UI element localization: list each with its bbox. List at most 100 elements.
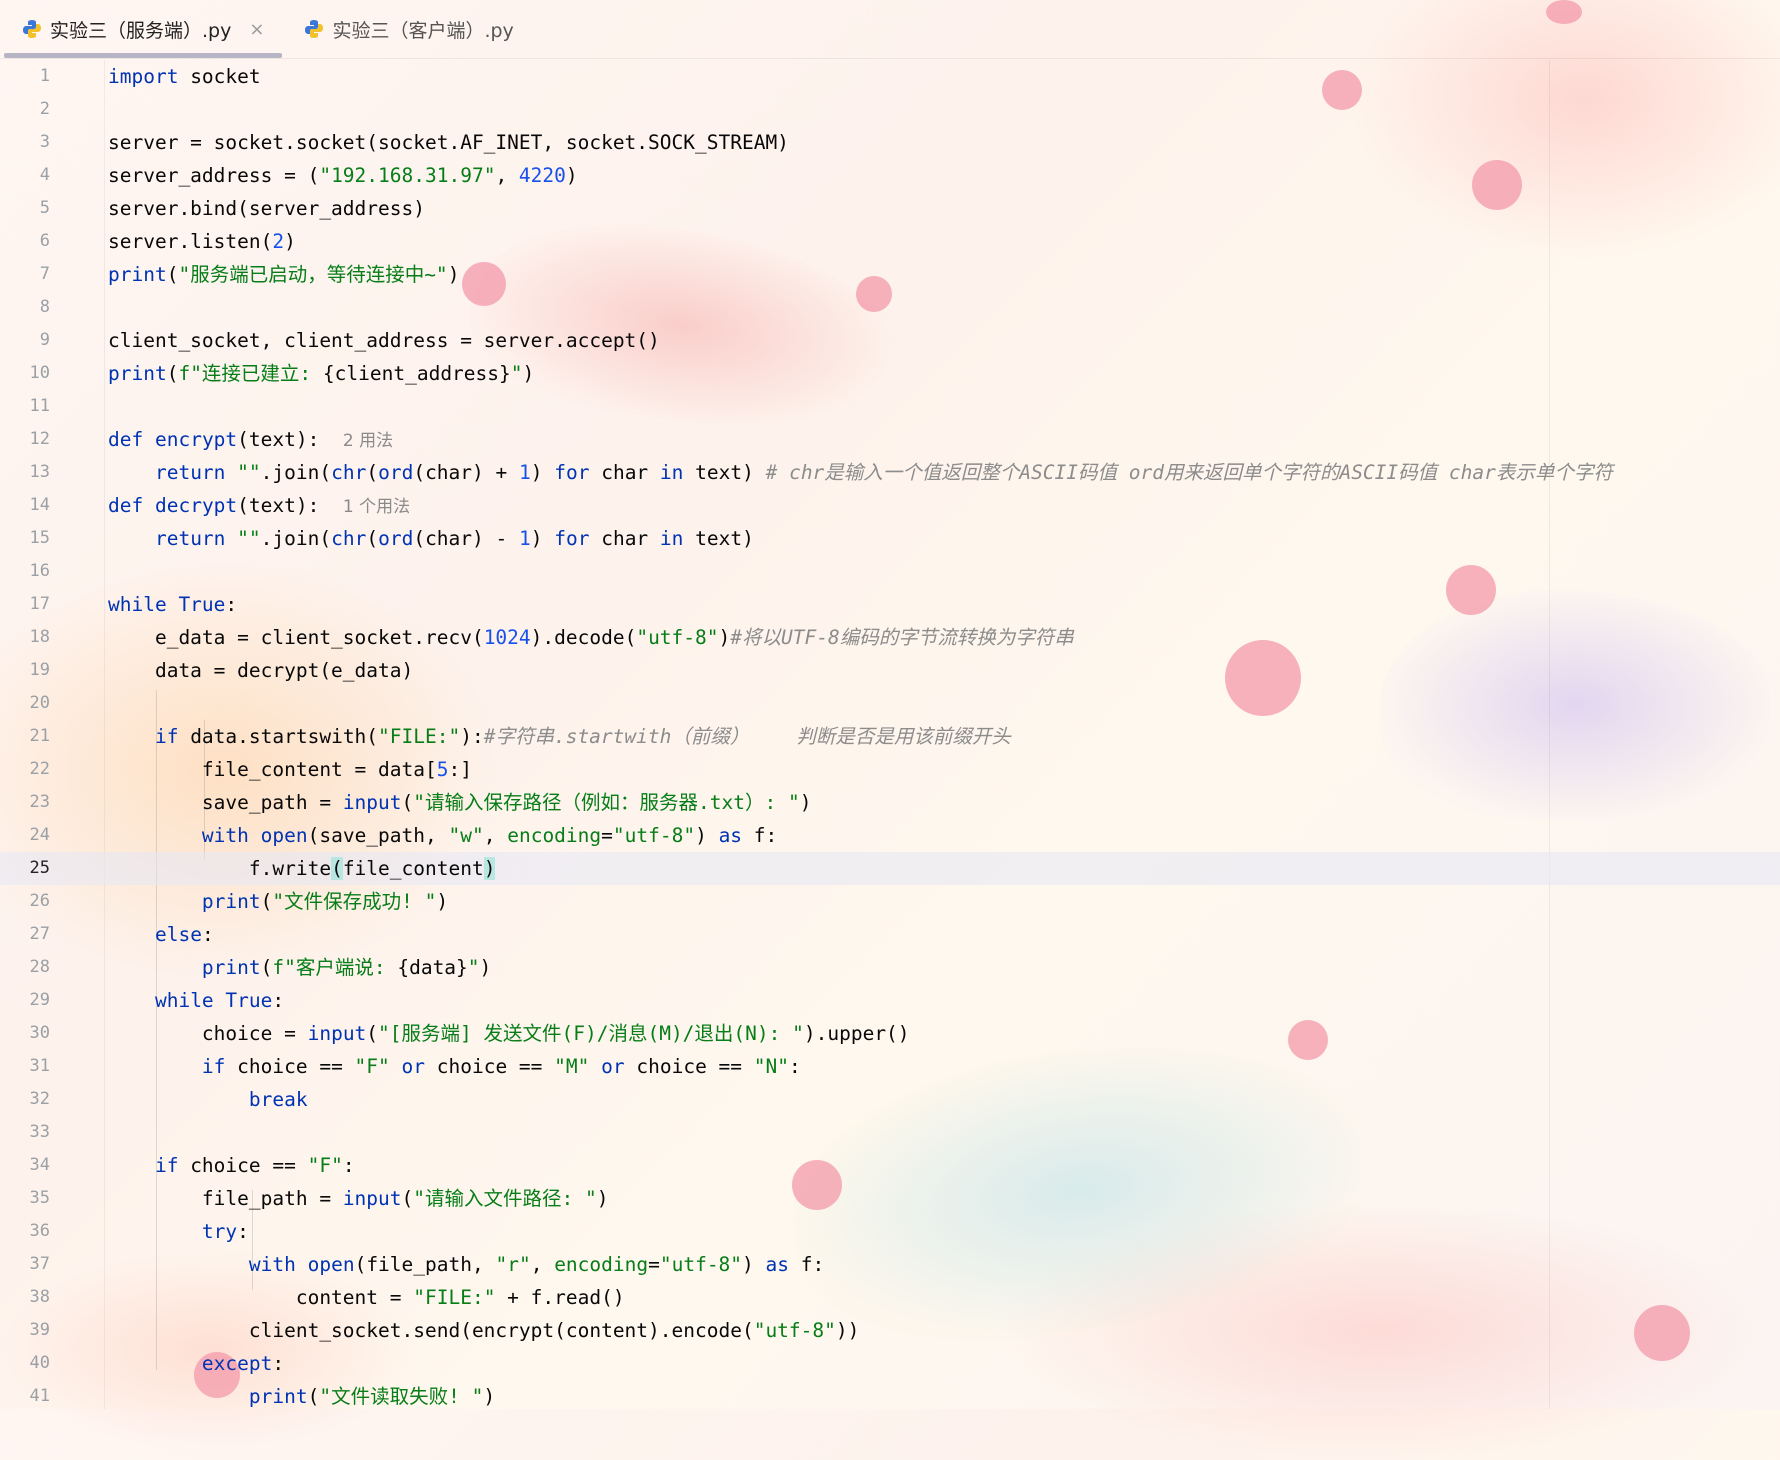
code-text[interactable]: choice = input("[服务端] 发送文件(F)/消息(M)/退出(N… (108, 1017, 910, 1050)
code-text[interactable]: server = socket.socket(socket.AF_INET, s… (108, 126, 789, 159)
code-line[interactable]: 27 else: (0, 918, 1780, 951)
line-number[interactable]: 1 (0, 60, 50, 93)
code-editor[interactable]: 1 import socket 2 3 server = socket.socket(s… (0, 60, 1780, 1409)
code-text[interactable]: try: (108, 1215, 249, 1248)
code-text[interactable]: while True: (108, 588, 237, 621)
line-number[interactable]: 27 (0, 918, 50, 951)
line-number[interactable]: 8 (0, 291, 50, 324)
line-number[interactable]: 13 (0, 456, 50, 489)
code-line[interactable]: 26 print("文件保存成功! ") (0, 885, 1780, 918)
line-number[interactable]: 10 (0, 357, 50, 390)
code-line[interactable]: 9 client_socket, client_address = server.… (0, 324, 1780, 357)
code-text[interactable]: data = decrypt(e_data) (108, 654, 413, 687)
code-line[interactable]: 5 server.bind(server_address) (0, 192, 1780, 225)
code-text[interactable]: def encrypt(text): 2 用法 (108, 423, 393, 458)
line-number[interactable]: 14 (0, 489, 50, 522)
code-line[interactable]: 30 choice = input("[服务端] 发送文件(F)/消息(M)/退… (0, 1017, 1780, 1050)
code-line[interactable]: 31 if choice == "F" or choice == "M" or … (0, 1050, 1780, 1083)
code-text[interactable]: if data.startswith("FILE:"):#字符串.startwi… (108, 720, 1011, 753)
code-text[interactable]: def decrypt(text): 1 个用法 (108, 489, 410, 524)
line-number[interactable]: 20 (0, 687, 50, 720)
line-number[interactable]: 19 (0, 654, 50, 687)
code-line[interactable]: 36 try: (0, 1215, 1780, 1248)
code-text[interactable]: server.listen(2) (108, 225, 296, 258)
code-line[interactable]: 39 client_socket.send(encrypt(content).e… (0, 1314, 1780, 1347)
line-number[interactable]: 22 (0, 753, 50, 786)
code-text[interactable]: print(f"连接已建立: {client_address}") (108, 357, 534, 390)
code-text[interactable]: client_socket, client_address = server.a… (108, 324, 660, 357)
code-text[interactable]: save_path = input("请输入保存路径（例如：服务器.txt）: … (108, 786, 812, 819)
line-number[interactable]: 5 (0, 192, 50, 225)
code-line[interactable]: 16 (0, 555, 1780, 588)
line-number[interactable]: 25 (0, 852, 50, 885)
code-line[interactable]: 22 file_content = data[5:] (0, 753, 1780, 786)
tab-server-file[interactable]: 实验三（服务端）.py × (0, 0, 283, 58)
code-text[interactable]: server_address = ("192.168.31.97", 4220) (108, 159, 578, 192)
code-text[interactable]: print("文件保存成功! ") (108, 885, 448, 918)
code-line[interactable]: 23 save_path = input("请输入保存路径（例如：服务器.txt… (0, 786, 1780, 819)
line-number[interactable]: 23 (0, 786, 50, 819)
code-text[interactable]: with open(file_path, "r", encoding="utf-… (108, 1248, 824, 1281)
code-line[interactable]: 41 print("文件读取失败! ") (0, 1380, 1780, 1413)
code-line[interactable]: 38 content = "FILE:" + f.read() (0, 1281, 1780, 1314)
line-number[interactable]: 26 (0, 885, 50, 918)
line-number[interactable]: 33 (0, 1116, 50, 1149)
code-text[interactable]: e_data = client_socket.recv(1024).decode… (108, 621, 1074, 654)
code-text[interactable]: f.write(file_content) (108, 852, 496, 885)
code-line[interactable]: 3 server = socket.socket(socket.AF_INET, … (0, 126, 1780, 159)
code-line[interactable]: 28 print(f"客户端说: {data}") (0, 951, 1780, 984)
line-number[interactable]: 21 (0, 720, 50, 753)
line-number[interactable]: 38 (0, 1281, 50, 1314)
code-text[interactable]: server.bind(server_address) (108, 192, 425, 225)
code-text[interactable]: content = "FILE:" + f.read() (108, 1281, 625, 1314)
line-number[interactable]: 11 (0, 390, 50, 423)
code-line[interactable]: 24 with open(save_path, "w", encoding="u… (0, 819, 1780, 852)
line-number[interactable]: 36 (0, 1215, 50, 1248)
code-line[interactable]: 14 def decrypt(text): 1 个用法 (0, 489, 1780, 522)
code-line[interactable]: 35 file_path = input("请输入文件路径: ") (0, 1182, 1780, 1215)
line-number[interactable]: 9 (0, 324, 50, 357)
code-text[interactable]: file_path = input("请输入文件路径: ") (108, 1182, 609, 1215)
code-text[interactable]: with open(save_path, "w", encoding="utf-… (108, 819, 777, 852)
code-line[interactable]: 8 (0, 291, 1780, 324)
code-text[interactable]: except: (108, 1347, 284, 1380)
code-text[interactable]: break (108, 1083, 308, 1116)
code-text[interactable]: return "".join(chr(ord(char) - 1) for ch… (108, 522, 754, 555)
code-text[interactable]: print("文件读取失败! ") (108, 1380, 495, 1413)
line-number[interactable]: 18 (0, 621, 50, 654)
code-line[interactable]: 12 def encrypt(text): 2 用法 (0, 423, 1780, 456)
code-line[interactable]: 37 with open(file_path, "r", encoding="u… (0, 1248, 1780, 1281)
code-text[interactable]: if choice == "F" or choice == "M" or cho… (108, 1050, 801, 1083)
code-line[interactable]: 15 return "".join(chr(ord(char) - 1) for… (0, 522, 1780, 555)
line-number[interactable]: 35 (0, 1182, 50, 1215)
close-icon[interactable]: × (249, 19, 264, 40)
line-number[interactable]: 24 (0, 819, 50, 852)
line-number[interactable]: 39 (0, 1314, 50, 1347)
code-line[interactable]: 19 data = decrypt(e_data) (0, 654, 1780, 687)
code-line[interactable]: 34 if choice == "F": (0, 1149, 1780, 1182)
line-number[interactable]: 29 (0, 984, 50, 1017)
line-number[interactable]: 37 (0, 1248, 50, 1281)
code-text[interactable]: if choice == "F": (108, 1149, 355, 1182)
code-text[interactable]: import socket (108, 60, 261, 93)
code-line[interactable]: 11 (0, 390, 1780, 423)
code-line[interactable]: 10 print(f"连接已建立: {client_address}") (0, 357, 1780, 390)
code-line[interactable]: 32 break (0, 1083, 1780, 1116)
code-text[interactable]: print("服务端已启动，等待连接中~") (108, 258, 459, 291)
code-text[interactable]: else: (108, 918, 214, 951)
code-text[interactable]: return "".join(chr(ord(char) + 1) for ch… (108, 456, 1613, 489)
code-line[interactable]: 21 if data.startswith("FILE:"):#字符串.star… (0, 720, 1780, 753)
code-line[interactable]: 13 return "".join(chr(ord(char) + 1) for… (0, 456, 1780, 489)
code-text[interactable]: print(f"客户端说: {data}") (108, 951, 491, 984)
code-line[interactable]: 2 (0, 93, 1780, 126)
line-number[interactable]: 34 (0, 1149, 50, 1182)
code-line[interactable]: 1 import socket (0, 60, 1780, 93)
line-number[interactable]: 30 (0, 1017, 50, 1050)
code-line[interactable]: 18 e_data = client_socket.recv(1024).dec… (0, 621, 1780, 654)
code-line[interactable]: 4 server_address = ("192.168.31.97", 4220… (0, 159, 1780, 192)
code-line[interactable]: 7 print("服务端已启动，等待连接中~") (0, 258, 1780, 291)
code-line[interactable]: 17 while True: (0, 588, 1780, 621)
line-number[interactable]: 17 (0, 588, 50, 621)
line-number[interactable]: 3 (0, 126, 50, 159)
code-line[interactable]: 25 f.write(file_content) (0, 852, 1780, 885)
